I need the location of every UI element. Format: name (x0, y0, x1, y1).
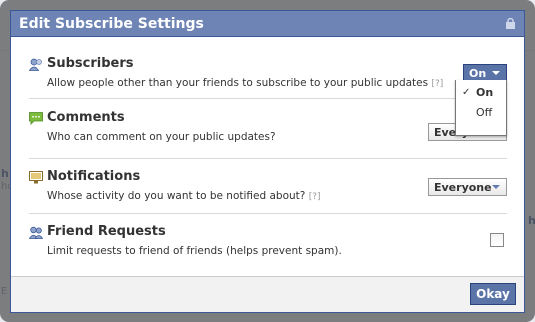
subscribers-section: Subscribers Allow people other than your… (29, 56, 507, 96)
divider (29, 158, 507, 159)
dialog-titlebar: Edit Subscribe Settings (11, 11, 524, 37)
subscribers-help-link[interactable]: [?] (431, 79, 443, 89)
subscribers-icon (29, 58, 42, 71)
okay-button[interactable]: Okay (470, 283, 516, 305)
subscribers-dropdown-menu: ✓ On Off (455, 80, 507, 136)
notifications-icon (29, 171, 43, 184)
comments-description: Who can comment on your public updates? (47, 131, 276, 143)
dialog-footer: Okay (11, 276, 524, 312)
chevron-down-icon (492, 71, 500, 75)
friend-requests-description: Limit requests to friend of friends (hel… (47, 245, 342, 257)
friend-requests-section: Friend Requests Limit requests to friend… (29, 224, 507, 264)
menu-item-off[interactable]: Off (456, 106, 506, 124)
subscribers-dropdown-value: On (469, 67, 487, 80)
comments-icon (29, 112, 43, 125)
subscribers-description: Allow people other than your friends to … (47, 77, 443, 89)
divider (29, 98, 507, 99)
menu-item-on-label: On (476, 86, 494, 99)
friend-requests-checkbox[interactable] (490, 233, 504, 247)
notifications-title: Notifications (47, 169, 141, 184)
menu-item-on[interactable]: ✓ On (456, 86, 506, 104)
notifications-dropdown[interactable]: Everyone (428, 178, 507, 196)
subscribers-description-text: Allow people other than your friends to … (47, 77, 429, 89)
divider (29, 213, 507, 214)
dialog-title: Edit Subscribe Settings (19, 16, 204, 32)
subscribers-title: Subscribers (47, 56, 134, 71)
menu-item-off-label: Off (476, 106, 493, 119)
notifications-description-text: Whose activity do you want to be notifie… (47, 190, 306, 202)
notifications-dropdown-value: Everyone (434, 181, 492, 194)
friend-requests-icon (29, 226, 43, 239)
notifications-help-link[interactable]: [?] (309, 192, 321, 202)
lock-icon (506, 18, 515, 29)
check-icon: ✓ (462, 87, 471, 98)
friend-requests-title: Friend Requests (47, 224, 166, 239)
chevron-down-icon (492, 185, 500, 189)
comments-title: Comments (47, 110, 125, 125)
notifications-description: Whose activity do you want to be notifie… (47, 190, 321, 202)
edit-subscribe-dialog: Edit Subscribe Settings Subscribers Allo… (10, 10, 525, 313)
